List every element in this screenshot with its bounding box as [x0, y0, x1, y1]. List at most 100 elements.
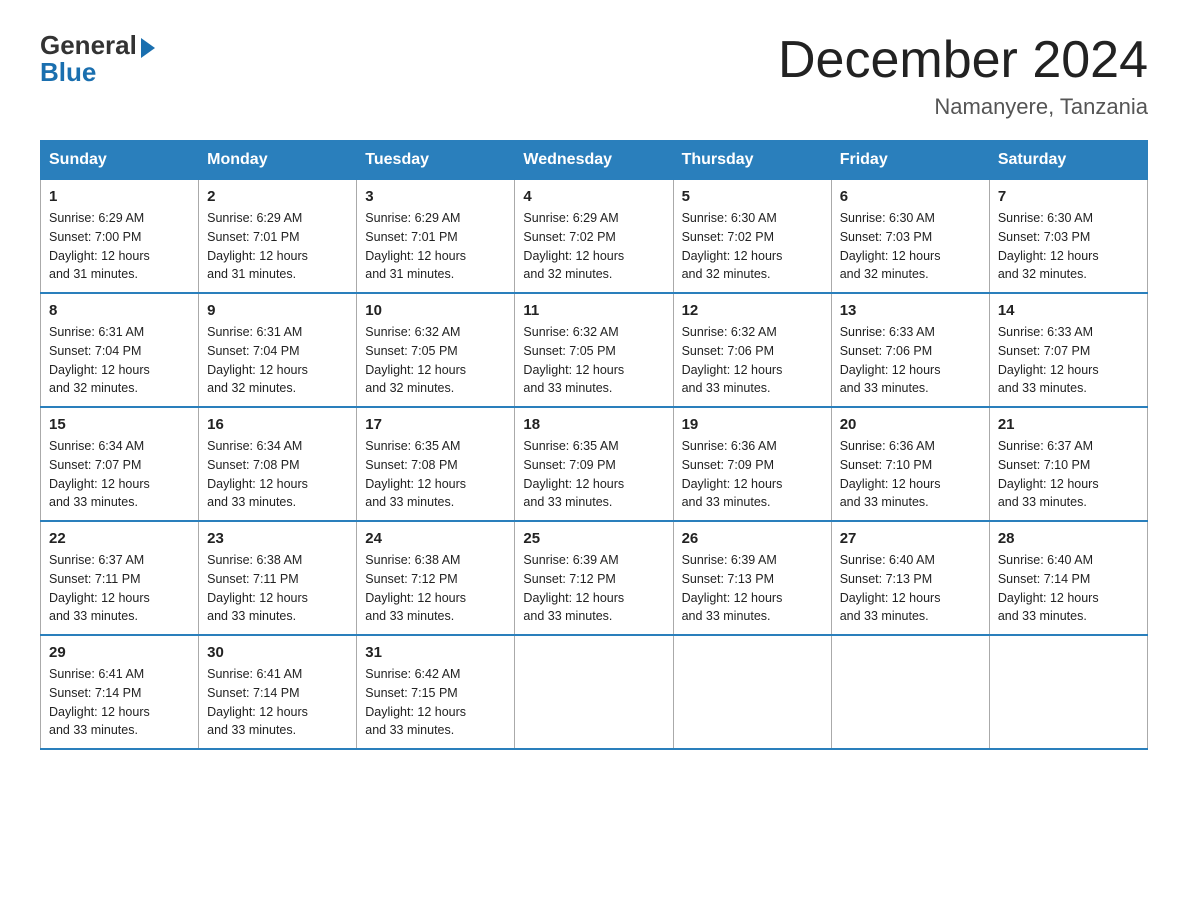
day-info: Sunrise: 6:40 AMSunset: 7:13 PMDaylight:… [840, 553, 941, 623]
day-info: Sunrise: 6:39 AMSunset: 7:13 PMDaylight:… [682, 553, 783, 623]
day-number: 13 [840, 302, 981, 319]
day-info: Sunrise: 6:33 AMSunset: 7:06 PMDaylight:… [840, 325, 941, 395]
day-info: Sunrise: 6:34 AMSunset: 7:07 PMDaylight:… [49, 439, 150, 509]
day-cell: 28 Sunrise: 6:40 AMSunset: 7:14 PMDaylig… [989, 521, 1147, 635]
day-info: Sunrise: 6:31 AMSunset: 7:04 PMDaylight:… [49, 325, 150, 395]
header-sunday: Sunday [41, 141, 199, 180]
day-number: 15 [49, 416, 190, 433]
day-number: 27 [840, 530, 981, 547]
week-row-3: 15 Sunrise: 6:34 AMSunset: 7:07 PMDaylig… [41, 407, 1148, 521]
day-cell: 30 Sunrise: 6:41 AMSunset: 7:14 PMDaylig… [199, 635, 357, 749]
day-cell: 16 Sunrise: 6:34 AMSunset: 7:08 PMDaylig… [199, 407, 357, 521]
day-cell: 23 Sunrise: 6:38 AMSunset: 7:11 PMDaylig… [199, 521, 357, 635]
day-info: Sunrise: 6:32 AMSunset: 7:05 PMDaylight:… [523, 325, 624, 395]
month-title: December 2024 [778, 30, 1148, 90]
day-number: 16 [207, 416, 348, 433]
day-cell [673, 635, 831, 749]
day-cell: 14 Sunrise: 6:33 AMSunset: 7:07 PMDaylig… [989, 293, 1147, 407]
day-cell: 12 Sunrise: 6:32 AMSunset: 7:06 PMDaylig… [673, 293, 831, 407]
day-number: 14 [998, 302, 1139, 319]
header-thursday: Thursday [673, 141, 831, 180]
day-number: 12 [682, 302, 823, 319]
week-row-4: 22 Sunrise: 6:37 AMSunset: 7:11 PMDaylig… [41, 521, 1148, 635]
day-cell: 7 Sunrise: 6:30 AMSunset: 7:03 PMDayligh… [989, 180, 1147, 294]
day-cell: 18 Sunrise: 6:35 AMSunset: 7:09 PMDaylig… [515, 407, 673, 521]
day-cell [831, 635, 989, 749]
day-number: 17 [365, 416, 506, 433]
day-number: 10 [365, 302, 506, 319]
day-cell: 2 Sunrise: 6:29 AMSunset: 7:01 PMDayligh… [199, 180, 357, 294]
day-info: Sunrise: 6:36 AMSunset: 7:09 PMDaylight:… [682, 439, 783, 509]
calendar-table: SundayMondayTuesdayWednesdayThursdayFrid… [40, 140, 1148, 750]
page-header: General Blue December 2024 Namanyere, Ta… [40, 30, 1148, 120]
day-info: Sunrise: 6:36 AMSunset: 7:10 PMDaylight:… [840, 439, 941, 509]
day-info: Sunrise: 6:32 AMSunset: 7:06 PMDaylight:… [682, 325, 783, 395]
day-info: Sunrise: 6:35 AMSunset: 7:08 PMDaylight:… [365, 439, 466, 509]
header-saturday: Saturday [989, 141, 1147, 180]
day-info: Sunrise: 6:30 AMSunset: 7:02 PMDaylight:… [682, 211, 783, 281]
day-info: Sunrise: 6:29 AMSunset: 7:02 PMDaylight:… [523, 211, 624, 281]
day-cell: 11 Sunrise: 6:32 AMSunset: 7:05 PMDaylig… [515, 293, 673, 407]
day-cell: 22 Sunrise: 6:37 AMSunset: 7:11 PMDaylig… [41, 521, 199, 635]
day-info: Sunrise: 6:37 AMSunset: 7:11 PMDaylight:… [49, 553, 150, 623]
day-number: 26 [682, 530, 823, 547]
day-info: Sunrise: 6:32 AMSunset: 7:05 PMDaylight:… [365, 325, 466, 395]
day-number: 5 [682, 188, 823, 205]
week-row-2: 8 Sunrise: 6:31 AMSunset: 7:04 PMDayligh… [41, 293, 1148, 407]
day-info: Sunrise: 6:29 AMSunset: 7:00 PMDaylight:… [49, 211, 150, 281]
logo: General Blue [40, 30, 155, 88]
day-cell: 20 Sunrise: 6:36 AMSunset: 7:10 PMDaylig… [831, 407, 989, 521]
day-cell: 1 Sunrise: 6:29 AMSunset: 7:00 PMDayligh… [41, 180, 199, 294]
header-friday: Friday [831, 141, 989, 180]
day-number: 29 [49, 644, 190, 661]
day-cell: 24 Sunrise: 6:38 AMSunset: 7:12 PMDaylig… [357, 521, 515, 635]
day-number: 28 [998, 530, 1139, 547]
day-cell: 9 Sunrise: 6:31 AMSunset: 7:04 PMDayligh… [199, 293, 357, 407]
day-cell: 15 Sunrise: 6:34 AMSunset: 7:07 PMDaylig… [41, 407, 199, 521]
day-info: Sunrise: 6:35 AMSunset: 7:09 PMDaylight:… [523, 439, 624, 509]
day-number: 30 [207, 644, 348, 661]
logo-arrow-icon [141, 38, 155, 58]
day-cell [989, 635, 1147, 749]
day-cell: 13 Sunrise: 6:33 AMSunset: 7:06 PMDaylig… [831, 293, 989, 407]
day-number: 4 [523, 188, 664, 205]
day-cell: 5 Sunrise: 6:30 AMSunset: 7:02 PMDayligh… [673, 180, 831, 294]
day-number: 9 [207, 302, 348, 319]
day-cell: 21 Sunrise: 6:37 AMSunset: 7:10 PMDaylig… [989, 407, 1147, 521]
day-info: Sunrise: 6:39 AMSunset: 7:12 PMDaylight:… [523, 553, 624, 623]
day-cell: 6 Sunrise: 6:30 AMSunset: 7:03 PMDayligh… [831, 180, 989, 294]
day-cell: 4 Sunrise: 6:29 AMSunset: 7:02 PMDayligh… [515, 180, 673, 294]
day-info: Sunrise: 6:29 AMSunset: 7:01 PMDaylight:… [207, 211, 308, 281]
day-number: 19 [682, 416, 823, 433]
location-title: Namanyere, Tanzania [778, 94, 1148, 120]
day-cell: 31 Sunrise: 6:42 AMSunset: 7:15 PMDaylig… [357, 635, 515, 749]
day-number: 25 [523, 530, 664, 547]
title-block: December 2024 Namanyere, Tanzania [778, 30, 1148, 120]
day-cell: 19 Sunrise: 6:36 AMSunset: 7:09 PMDaylig… [673, 407, 831, 521]
day-info: Sunrise: 6:41 AMSunset: 7:14 PMDaylight:… [49, 667, 150, 737]
day-info: Sunrise: 6:42 AMSunset: 7:15 PMDaylight:… [365, 667, 466, 737]
day-number: 8 [49, 302, 190, 319]
day-number: 22 [49, 530, 190, 547]
day-number: 21 [998, 416, 1139, 433]
day-number: 11 [523, 302, 664, 319]
day-cell: 8 Sunrise: 6:31 AMSunset: 7:04 PMDayligh… [41, 293, 199, 407]
day-cell [515, 635, 673, 749]
day-number: 31 [365, 644, 506, 661]
day-info: Sunrise: 6:40 AMSunset: 7:14 PMDaylight:… [998, 553, 1099, 623]
day-info: Sunrise: 6:34 AMSunset: 7:08 PMDaylight:… [207, 439, 308, 509]
day-number: 3 [365, 188, 506, 205]
day-number: 18 [523, 416, 664, 433]
day-info: Sunrise: 6:30 AMSunset: 7:03 PMDaylight:… [998, 211, 1099, 281]
calendar-header-row: SundayMondayTuesdayWednesdayThursdayFrid… [41, 141, 1148, 180]
header-wednesday: Wednesday [515, 141, 673, 180]
logo-blue-text: Blue [40, 57, 96, 88]
day-info: Sunrise: 6:37 AMSunset: 7:10 PMDaylight:… [998, 439, 1099, 509]
day-cell: 10 Sunrise: 6:32 AMSunset: 7:05 PMDaylig… [357, 293, 515, 407]
day-info: Sunrise: 6:33 AMSunset: 7:07 PMDaylight:… [998, 325, 1099, 395]
day-number: 7 [998, 188, 1139, 205]
header-monday: Monday [199, 141, 357, 180]
header-tuesday: Tuesday [357, 141, 515, 180]
week-row-1: 1 Sunrise: 6:29 AMSunset: 7:00 PMDayligh… [41, 180, 1148, 294]
day-cell: 27 Sunrise: 6:40 AMSunset: 7:13 PMDaylig… [831, 521, 989, 635]
